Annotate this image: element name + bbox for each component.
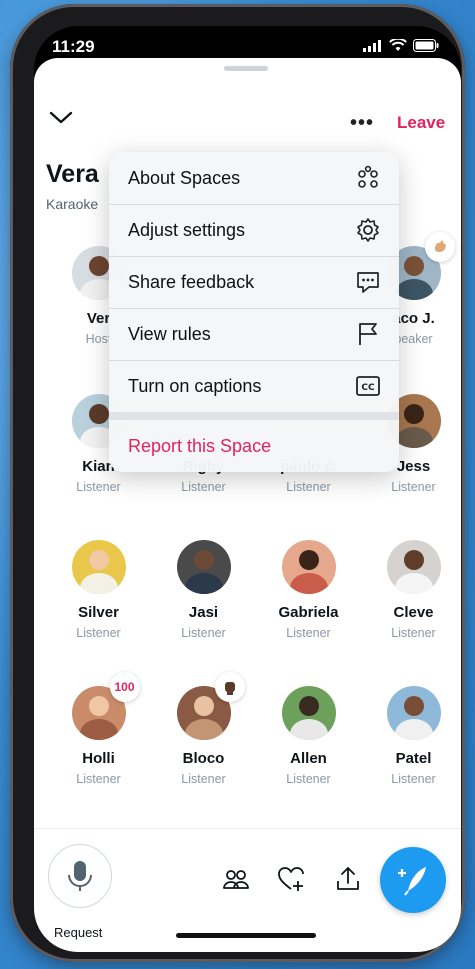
wifi-icon: [389, 39, 407, 51]
participant-role: Listener: [181, 480, 226, 494]
participant-name: Allen: [290, 750, 327, 767]
menu-item-turn-on-captions[interactable]: Turn on captions CC: [109, 360, 399, 412]
participant[interactable]: Gabriela Listener: [256, 540, 361, 640]
participant-role: Listener: [181, 772, 226, 786]
participant-role: Listener: [181, 626, 226, 640]
home-indicator[interactable]: [176, 933, 316, 938]
participant-role: Listener: [76, 626, 121, 640]
participant-name: Patel: [395, 750, 432, 767]
chevron-down-icon[interactable]: [48, 110, 74, 126]
share-icon[interactable]: [334, 865, 362, 893]
participant-name: Cleve: [393, 604, 434, 621]
menu-item-label: About Spaces: [128, 168, 241, 188]
wave-reaction-icon: [424, 232, 455, 262]
participant-role: Listener: [286, 480, 331, 494]
participant-name: Silver: [78, 604, 119, 621]
participant[interactable]: 100 Holli Listener: [46, 672, 151, 786]
compose-tweet-button[interactable]: [380, 847, 446, 913]
hundred-reaction-icon: 100: [109, 672, 140, 702]
participant[interactable]: Patel Listener: [361, 686, 461, 786]
menu-item-label: Share feedback: [128, 272, 255, 292]
spaces-dots-icon: [358, 165, 378, 188]
menu-item-report-space[interactable]: Report this Space: [109, 420, 399, 472]
avatar: [281, 540, 336, 594]
avatar: [176, 672, 245, 740]
feather-plus-icon: [398, 867, 426, 896]
participant[interactable]: Cleve Listener: [361, 540, 461, 640]
menu-item-label: Adjust settings: [128, 220, 246, 240]
avatar: [386, 540, 441, 594]
menu-item-adjust-settings[interactable]: Adjust settings: [109, 204, 399, 257]
feedback-icon: [357, 272, 379, 293]
space-title: Vera: [46, 160, 99, 188]
status-icons: [363, 39, 439, 52]
avatar: [386, 686, 441, 740]
people-icon[interactable]: [222, 865, 250, 893]
options-menu: About Spaces Adjust settings Share feedb…: [109, 152, 399, 472]
menu-item-about-spaces[interactable]: About Spaces: [109, 152, 399, 205]
menu-item-view-rules[interactable]: View rules: [109, 308, 399, 361]
flag-icon: [359, 323, 377, 345]
participant[interactable]: Allen Listener: [256, 686, 361, 786]
space-subtitle: Karaoke: [46, 196, 99, 212]
avatar: 100: [71, 672, 140, 740]
participant[interactable]: Bloco Listener: [151, 672, 256, 786]
svg-text:CC: CC: [361, 383, 375, 393]
menu-item-share-feedback[interactable]: Share feedback: [109, 256, 399, 309]
phone-screen: 11:29 ••• Leave Vera Karaoke Ver Host ac…: [34, 26, 461, 952]
signal-icon: [363, 39, 381, 52]
status-time: 11:29: [52, 37, 95, 56]
space-sheet: ••• Leave Vera Karaoke Ver Host aco J. p…: [34, 58, 461, 952]
participant[interactable]: Silver Listener: [46, 540, 151, 640]
captions-icon: CC: [356, 376, 380, 396]
avatar: [71, 540, 126, 594]
participant-name: Jasi: [188, 604, 219, 621]
request-label: Request: [54, 925, 103, 940]
avatar: [281, 686, 336, 740]
participant[interactable]: Jasi Listener: [151, 540, 256, 640]
participant-name: Gabriela: [278, 604, 339, 621]
participant-role: Listener: [391, 626, 436, 640]
participant-role: Listener: [391, 772, 436, 786]
battery-icon: [413, 39, 439, 52]
menu-item-label: Turn on captions: [128, 376, 262, 396]
menu-divider: [109, 412, 399, 420]
participant-role: Listener: [391, 480, 436, 494]
menu-item-label: Report this Space: [128, 436, 272, 456]
microphone-icon: [68, 861, 92, 891]
participant-role: Listener: [286, 626, 331, 640]
participant-role: Listener: [76, 772, 121, 786]
participant-name: Bloco: [182, 750, 225, 767]
heart-plus-icon[interactable]: [277, 865, 305, 893]
more-options-button[interactable]: •••: [350, 112, 374, 135]
participant-name: Holli: [82, 750, 115, 767]
phone-frame: 11:29 ••• Leave Vera Karaoke Ver Host ac…: [10, 4, 465, 962]
participant-role: Listener: [76, 480, 121, 494]
leave-button[interactable]: Leave: [397, 113, 445, 133]
status-bar: 11:29: [34, 26, 461, 62]
raised-fist-reaction-icon: [214, 672, 245, 702]
menu-item-label: View rules: [128, 324, 211, 344]
avatar: [176, 540, 231, 594]
sheet-grabber[interactable]: [224, 66, 268, 71]
gear-icon: [357, 218, 379, 242]
request-mic-button[interactable]: [48, 844, 112, 908]
participant-role: Listener: [286, 772, 331, 786]
